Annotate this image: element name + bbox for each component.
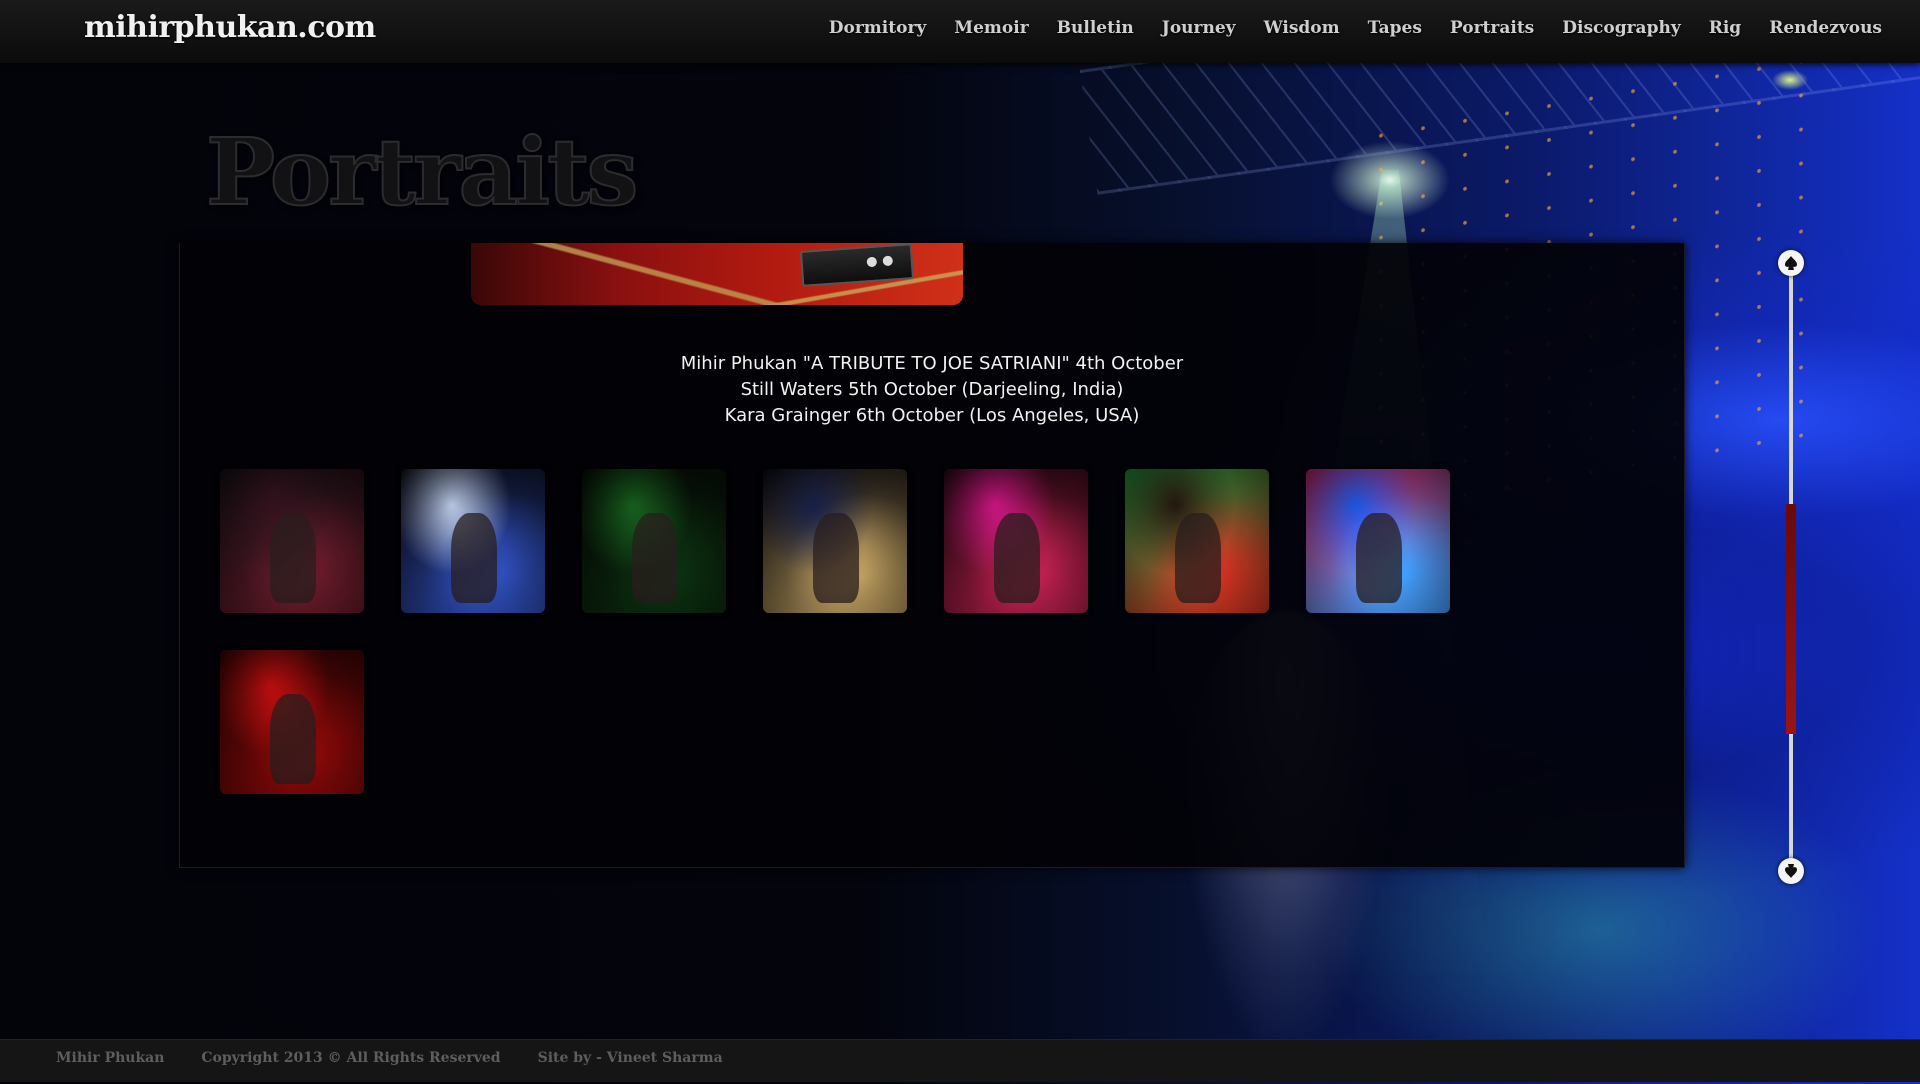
- gallery-thumbnail[interactable]: [1125, 469, 1269, 613]
- thumbnail-vignette: [582, 469, 726, 613]
- gallery-thumbnail[interactable]: [1306, 469, 1450, 613]
- spade-up-icon: [1785, 256, 1797, 270]
- nav-item-dormitory[interactable]: Dormitory: [829, 18, 927, 38]
- event-line: Still Waters 5th October (Darjeeling, In…: [740, 379, 1124, 400]
- top-navigation-bar: mihirphukan.com Dormitory Memoir Bulleti…: [0, 0, 1920, 63]
- thumbnail-vignette: [763, 469, 907, 613]
- event-list: Mihir Phukan "A TRIBUTE TO JOE SATRIANI"…: [180, 351, 1684, 429]
- gallery-thumbnail[interactable]: [763, 469, 907, 613]
- nav-item-journey[interactable]: Journey: [1162, 18, 1236, 38]
- event-line: Mihir Phukan "A TRIBUTE TO JOE SATRIANI"…: [680, 353, 1184, 374]
- thumbnail-vignette: [401, 469, 545, 613]
- gallery-thumbnail[interactable]: [220, 469, 364, 613]
- thumbnail-vignette: [944, 469, 1088, 613]
- thumbnail-vignette: [1125, 469, 1269, 613]
- gallery-thumbnail[interactable]: [401, 469, 545, 613]
- nav-item-discography[interactable]: Discography: [1562, 18, 1680, 38]
- amplifier-graphic: [799, 243, 915, 287]
- nav-item-rig[interactable]: Rig: [1709, 18, 1741, 38]
- footer-name[interactable]: Mihir Phukan: [56, 1050, 164, 1066]
- footer-copyright: Copyright 2013 © All Rights Reserved: [201, 1050, 501, 1066]
- nav-item-memoir[interactable]: Memoir: [954, 18, 1028, 38]
- nav-item-tapes[interactable]: Tapes: [1368, 18, 1422, 38]
- thumbnail-vignette: [1306, 469, 1450, 613]
- scroll-down-button[interactable]: [1778, 858, 1804, 884]
- thumbnail-vignette: [220, 650, 364, 794]
- page-background: mihirphukan.com Dormitory Memoir Bulleti…: [0, 0, 1920, 1084]
- page-title: Portraits: [205, 117, 639, 227]
- gallery-thumbnail[interactable]: [220, 650, 364, 794]
- gallery-thumbnail[interactable]: [944, 469, 1088, 613]
- site-footer: Mihir Phukan Copyright 2013 © All Rights…: [0, 1039, 1920, 1082]
- footer-credit[interactable]: Site by - Vineet Sharma: [538, 1050, 723, 1066]
- nav-item-wisdom[interactable]: Wisdom: [1264, 18, 1340, 38]
- nav-item-portraits[interactable]: Portraits: [1450, 18, 1534, 38]
- main-nav: Dormitory Memoir Bulletin Journey Wisdom…: [829, 18, 1882, 38]
- scrollbar-thumb[interactable]: [1786, 503, 1796, 734]
- footer-items: Mihir Phukan Copyright 2013 © All Rights…: [56, 1050, 723, 1066]
- nav-item-rendezvous[interactable]: Rendezvous: [1769, 18, 1882, 38]
- scroll-up-button[interactable]: [1778, 250, 1804, 276]
- event-line: Kara Grainger 6th October (Los Angeles, …: [724, 405, 1140, 426]
- nav-item-bulletin[interactable]: Bulletin: [1057, 18, 1134, 38]
- album-banner-image[interactable]: [471, 243, 963, 305]
- site-logo[interactable]: mihirphukan.com: [84, 10, 376, 45]
- spade-down-icon: [1785, 864, 1797, 878]
- thumbnail-vignette: [220, 469, 364, 613]
- gallery-thumbnail[interactable]: [582, 469, 726, 613]
- content-panel: Mihir Phukan "A TRIBUTE TO JOE SATRIANI"…: [179, 243, 1685, 868]
